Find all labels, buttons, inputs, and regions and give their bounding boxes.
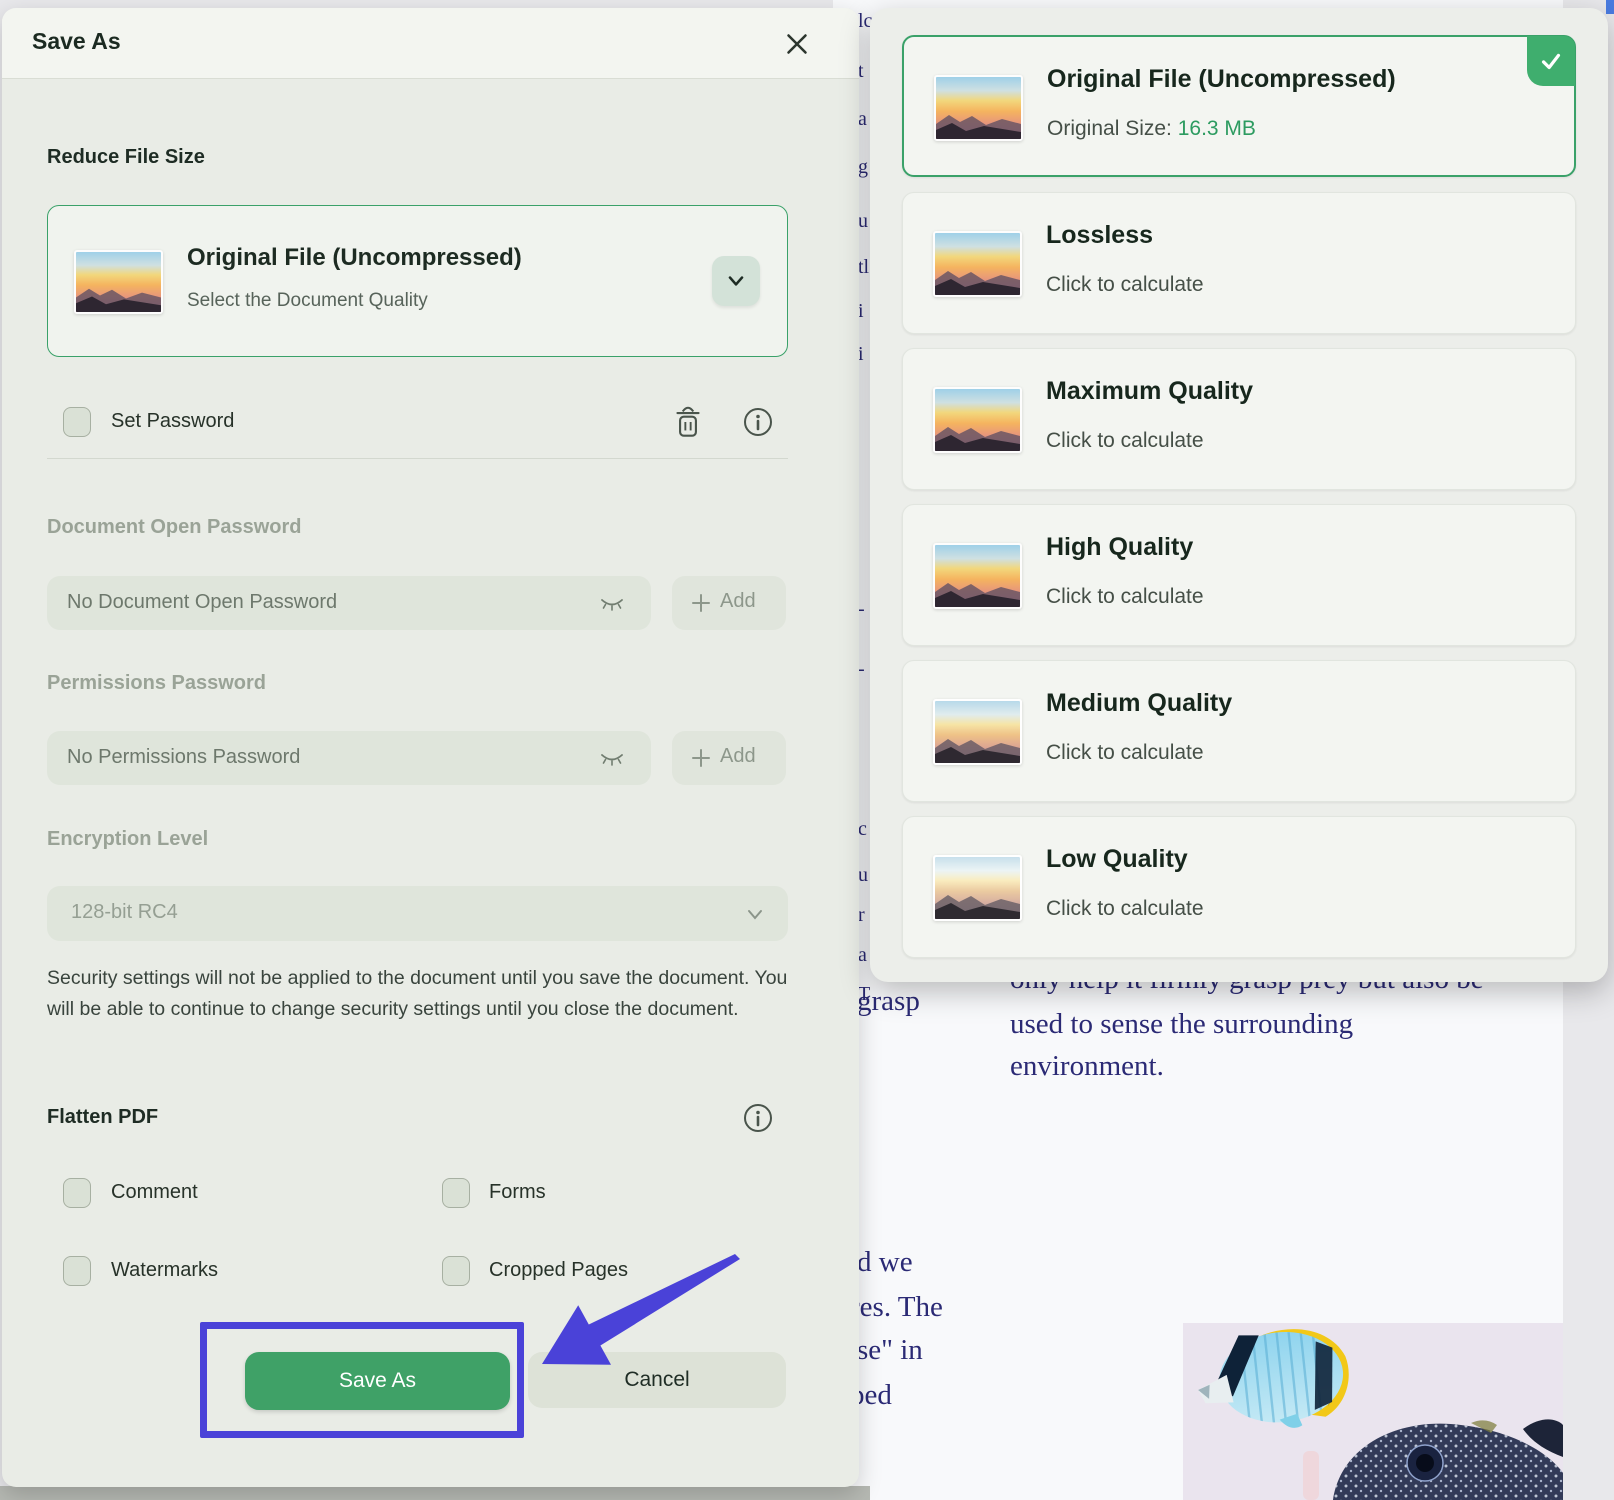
add-permissions-password-button[interactable]: Add [672, 731, 786, 785]
dialog-title: Save As [32, 28, 121, 55]
flatten-forms-label: Forms [489, 1181, 546, 1204]
plus-icon [690, 592, 712, 614]
quality-option-title: Original File (Uncompressed) [1047, 65, 1396, 94]
original-size-value: 16.3 MB [1178, 117, 1256, 140]
quality-option-maximum[interactable]: Maximum Quality Click to calculate [902, 348, 1576, 490]
permissions-password-value: No Permissions Password [67, 746, 300, 769]
quality-option-high[interactable]: High Quality Click to calculate [902, 504, 1576, 646]
quality-card-subtitle: Select the Document Quality [187, 290, 428, 312]
eye-closed-icon[interactable] [597, 595, 627, 613]
info-icon[interactable] [742, 1102, 774, 1134]
trash-icon[interactable] [670, 403, 706, 441]
close-icon[interactable] [780, 27, 814, 61]
flatten-comment-checkbox[interactable] [63, 1178, 91, 1208]
quality-option-subtitle: Click to calculate [1046, 429, 1204, 453]
divider [47, 458, 788, 459]
document-open-password-value: No Document Open Password [67, 591, 337, 614]
quality-card-title: Original File (Uncompressed) [187, 244, 522, 272]
quality-option-low[interactable]: Low Quality Click to calculate [902, 816, 1576, 958]
pdf-fragment: d we [857, 1246, 913, 1279]
quality-option-title: Medium Quality [1046, 689, 1232, 718]
chevron-down-icon [745, 906, 765, 922]
pdf-body-line: used to sense the surrounding [1010, 1008, 1353, 1041]
quality-option-title: Maximum Quality [1046, 377, 1253, 406]
quality-options-popup: Original File (Uncompressed) Original Si… [870, 8, 1608, 982]
quality-option-subtitle: Click to calculate [1046, 897, 1204, 921]
quality-thumbnail [934, 75, 1023, 141]
pdf-fragment: res. The [850, 1291, 943, 1324]
quality-thumbnail [933, 231, 1022, 297]
dialog-header [2, 8, 859, 79]
quality-option-subtitle: Click to calculate [1046, 741, 1204, 765]
quality-option-title: Lossless [1046, 221, 1153, 250]
chevron-down-icon [722, 269, 750, 293]
add-button-label: Add [720, 590, 756, 613]
quality-dropdown-button[interactable] [712, 256, 760, 306]
quality-option-subtitle: Original Size: 16.3 MB [1047, 117, 1256, 141]
pdf-fragment: se" in [857, 1334, 923, 1367]
original-size-label: Original Size: [1047, 117, 1178, 140]
add-button-label: Add [720, 745, 756, 768]
quality-summary-card[interactable]: Original File (Uncompressed) Select the … [47, 205, 788, 357]
annotation-arrow [500, 1240, 760, 1380]
quality-option-lossless[interactable]: Lossless Click to calculate [902, 192, 1576, 334]
quality-thumbnail [933, 699, 1022, 765]
quality-option-medium[interactable]: Medium Quality Click to calculate [902, 660, 1576, 802]
set-password-checkbox[interactable] [63, 407, 91, 437]
desktop-fragment [1606, 0, 1614, 14]
quality-thumbnail [933, 855, 1022, 921]
flatten-forms-checkbox[interactable] [442, 1178, 470, 1208]
quality-option-subtitle: Click to calculate [1046, 585, 1204, 609]
permissions-password-field[interactable]: No Permissions Password [47, 731, 651, 785]
flatten-pdf-heading: Flatten PDF [47, 1106, 158, 1129]
plus-icon [690, 747, 712, 769]
document-open-password-field[interactable]: No Document Open Password [47, 576, 651, 630]
quality-thumbnail [74, 250, 163, 314]
permissions-password-label: Permissions Password [47, 672, 266, 695]
security-note: Security settings will not be applied to… [47, 963, 792, 1025]
pdf-fragment: T [858, 983, 872, 1006]
selected-check-badge [1527, 36, 1575, 86]
quality-option-title: Low Quality [1046, 845, 1188, 874]
flatten-cropped-pages-checkbox[interactable] [442, 1256, 470, 1286]
check-icon [1538, 48, 1564, 74]
quality-thumbnail [933, 387, 1022, 453]
reduce-file-size-heading: Reduce File Size [47, 146, 205, 169]
flatten-comment-label: Comment [111, 1181, 198, 1204]
quality-option-subtitle: Click to calculate [1046, 273, 1204, 297]
encryption-level-label: Encryption Level [47, 828, 208, 851]
encryption-level-select[interactable]: 128-bit RC4 [47, 886, 788, 941]
pdf-body-line: environment. [1010, 1050, 1164, 1083]
flatten-watermarks-label: Watermarks [111, 1259, 218, 1282]
eye-closed-icon[interactable] [597, 750, 627, 768]
add-open-password-button[interactable]: Add [672, 576, 786, 630]
quality-option-title: High Quality [1046, 533, 1193, 562]
fish-photo [1183, 1323, 1563, 1500]
quality-thumbnail [933, 543, 1022, 609]
annotation-box [200, 1322, 524, 1438]
screenshot-root: { "dialog": { "title": "Save As", "reduc… [0, 0, 1614, 1500]
info-icon[interactable] [742, 406, 774, 438]
flatten-watermarks-checkbox[interactable] [63, 1256, 91, 1286]
encryption-level-value: 128-bit RC4 [71, 901, 178, 924]
set-password-label: Set Password [111, 410, 234, 433]
quality-option-original[interactable]: Original File (Uncompressed) Original Si… [902, 35, 1576, 177]
document-open-password-label: Document Open Password [47, 516, 302, 539]
window-edge [0, 1486, 870, 1500]
